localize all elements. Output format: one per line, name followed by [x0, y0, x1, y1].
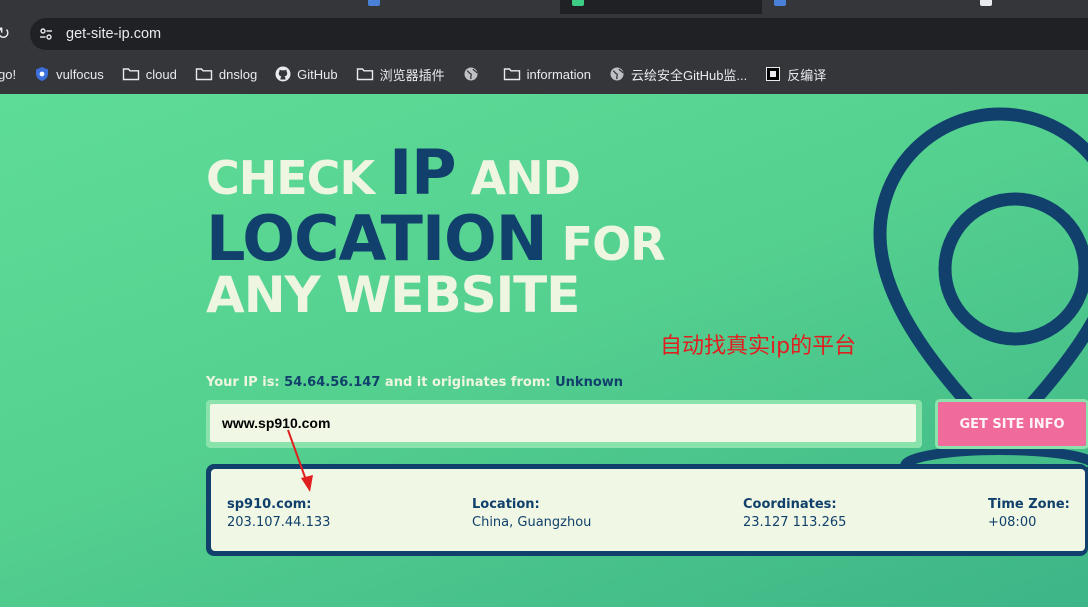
result-site-label: sp910.com: — [227, 497, 312, 512]
bookmark-decompile[interactable]: 反编译 — [765, 65, 826, 84]
bookmark-label: GitHub — [297, 66, 338, 82]
folder-icon — [356, 68, 373, 81]
globe-icon — [464, 67, 478, 81]
result-coordinates-value: 23.127 113.265 — [743, 515, 847, 530]
headline-and: AND — [455, 151, 581, 205]
bookmarks-bar: go! vulfocus cloud dnslog GitHub 浏览器插件 i… — [0, 54, 1088, 94]
headline-ip: IP — [389, 136, 457, 209]
site-input-wrapper — [206, 400, 922, 448]
site-input[interactable] — [210, 404, 916, 442]
result-panel: sp910.com: 203.107.44.133 Location: Chin… — [206, 464, 1088, 556]
result-site: sp910.com: 203.107.44.133 — [227, 497, 330, 530]
result-timezone: Time Zone: +08:00 — [988, 497, 1070, 530]
tab-background[interactable] — [762, 0, 1088, 14]
headline-for: FOR — [546, 217, 666, 271]
bookmark-cloud[interactable]: cloud — [122, 66, 177, 82]
folder-icon — [503, 68, 520, 81]
your-ip-origin: Unknown — [555, 375, 624, 390]
result-location: Location: China, Guangzhou — [472, 497, 591, 530]
result-coordinates: Coordinates: 23.127 113.265 — [743, 497, 846, 530]
tab-favicon-icon — [368, 0, 380, 6]
tab-strip — [0, 0, 1088, 14]
browser-toolbar: ↻ get-site-ip.com — [0, 14, 1088, 54]
web-page: CHECK IP AND LOCATION FOR ANY WEBSITE 自动… — [0, 94, 1088, 607]
bookmark-dnslog[interactable]: dnslog — [195, 66, 257, 82]
your-ip-info: Your IP is: 54.64.56.147 and it originat… — [206, 375, 623, 390]
headline-check: CHECK — [206, 151, 390, 205]
address-bar[interactable]: get-site-ip.com — [30, 18, 1088, 50]
your-ip-middle: and it originates from: — [380, 375, 556, 390]
folder-icon — [122, 68, 139, 81]
reload-icon[interactable]: ↻ — [0, 24, 10, 44]
tab-favicon-icon — [774, 0, 786, 6]
tab-favicon-icon — [980, 0, 992, 6]
bookmark-globe[interactable] — [463, 66, 485, 82]
result-coordinates-label: Coordinates: — [743, 497, 837, 512]
bookmark-label: 浏览器插件 — [379, 67, 445, 83]
bookmark-github[interactable]: GitHub — [275, 66, 338, 82]
globe-icon — [610, 67, 624, 81]
result-panel-body: sp910.com: 203.107.44.133 Location: Chin… — [211, 469, 1085, 551]
bookmark-information[interactable]: information — [503, 66, 591, 82]
result-location-value: China, Guangzhou — [472, 515, 592, 530]
your-ip-value: 54.64.56.147 — [284, 375, 381, 390]
hero-headline: CHECK IP AND LOCATION FOR ANY WEBSITE — [206, 136, 666, 324]
tab-favicon-icon — [572, 0, 584, 6]
headline-location: LOCATION — [206, 202, 548, 275]
folder-icon — [195, 68, 213, 81]
bookmark-vulfocus[interactable]: vulfocus — [34, 66, 104, 82]
shield-icon — [36, 67, 49, 81]
bookmark-label: 反编译 — [787, 67, 827, 83]
bookmark-browser-plugins[interactable]: 浏览器插件 — [356, 65, 445, 84]
bookmark-label: dnslog — [218, 66, 258, 82]
bookmark-label: vulfocus — [56, 66, 104, 82]
bookmark-label: go! — [0, 66, 17, 82]
result-location-label: Location: — [472, 497, 540, 512]
bookmark-label: 云绘安全GitHub监... — [630, 67, 748, 83]
address-bar-url: get-site-ip.com — [66, 26, 162, 42]
annotation-text: 自动找真实ip的平台 — [660, 334, 857, 359]
bookmark-go[interactable]: go! — [0, 67, 16, 82]
bookmark-label: cloud — [145, 66, 177, 82]
your-ip-prefix: Your IP is: — [206, 375, 285, 390]
result-timezone-value: +08:00 — [988, 515, 1037, 530]
result-site-ip: 203.107.44.133 — [227, 515, 331, 530]
app-icon — [766, 67, 781, 81]
tab-background[interactable] — [0, 0, 560, 14]
bookmark-label: information — [526, 66, 591, 82]
headline-any-website: ANY WEBSITE — [206, 266, 580, 324]
bookmark-yunhui-github[interactable]: 云绘安全GitHub监... — [609, 65, 747, 84]
github-icon — [275, 66, 291, 82]
site-info-icon[interactable] — [38, 26, 54, 42]
result-timezone-label: Time Zone: — [988, 497, 1070, 512]
get-site-info-button[interactable]: GET SITE INFO — [938, 402, 1086, 446]
